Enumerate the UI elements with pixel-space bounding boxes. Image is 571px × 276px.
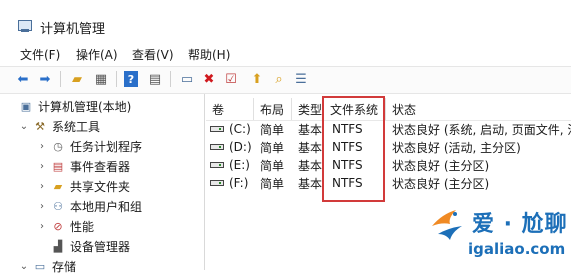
type-cell: 基本 xyxy=(298,140,323,155)
tree-item-shared-folders[interactable]: › ▰ 共享文件夹 xyxy=(36,176,130,196)
volume-cell: (C:) xyxy=(210,120,251,138)
tree-item-local-users-groups[interactable]: › ⚇ 本地用户和组 xyxy=(36,196,142,216)
toolbar-separator xyxy=(116,71,117,87)
layout-cell: 简单 xyxy=(260,176,285,191)
tree-item-performance[interactable]: › ⊘ 性能 xyxy=(36,216,94,236)
type-cell: 基本 xyxy=(298,122,323,137)
navigation-tree: ▣ 计算机管理(本地) ⌄ ⚒ 系统工具 › ◷ 任务计划程序 › ▤ 事件查看… xyxy=(0,94,205,274)
tree-item-label: 事件查看器 xyxy=(70,159,131,174)
layout-cell: 简单 xyxy=(260,122,285,137)
status-cell: 状态良好 (活动, 主分区) xyxy=(392,140,521,155)
toolbar-separator xyxy=(170,71,171,87)
watermark-brand: 爱 · 尬聊 xyxy=(472,212,568,237)
event-viewer-icon: ▤ xyxy=(52,159,64,173)
menu-file[interactable]: 文件(F) xyxy=(20,46,60,63)
volume-label: (F:) xyxy=(229,176,249,190)
find-icon[interactable]: ⌕ xyxy=(270,70,288,88)
watermark-url: igaliao.com xyxy=(468,240,566,258)
shared-folder-icon: ▰ xyxy=(53,179,63,193)
drive-icon xyxy=(210,180,224,186)
tree-item-device-manager[interactable]: ▟ 设备管理器 xyxy=(36,236,130,256)
chevron-right-icon[interactable]: › xyxy=(36,141,48,152)
column-header-volume[interactable]: 卷 xyxy=(206,98,254,120)
toolbar: ⬅ ➡ ▰ ▦ ? ▤ ▭ ✖ ☑ ⬆ ⌕ ☰ xyxy=(0,66,571,94)
volume-label: (E:) xyxy=(229,158,250,172)
volume-cell: (D:) xyxy=(210,138,252,156)
export-icon[interactable]: ⬆ xyxy=(248,70,266,88)
type-cell: 基本 xyxy=(298,176,323,191)
tree-item-label: 本地用户和组 xyxy=(70,199,143,214)
properties-icon[interactable]: ☑ xyxy=(222,70,240,88)
computer-management-icon xyxy=(18,20,32,32)
tree-item-label: 任务计划程序 xyxy=(70,139,143,154)
back-arrow-icon[interactable]: ⬅ xyxy=(14,70,32,88)
drive-icon xyxy=(210,126,224,132)
up-folder-icon[interactable]: ▰ xyxy=(68,70,86,88)
tree-item-label: 系统工具 xyxy=(52,119,101,134)
help-icon[interactable]: ? xyxy=(124,71,138,87)
chevron-right-icon[interactable]: › xyxy=(36,181,48,192)
volume-label: (C:) xyxy=(229,122,251,136)
tree-item-storage[interactable]: ⌄ ▭ 存储 xyxy=(18,256,76,276)
clock-icon: ◷ xyxy=(53,139,63,153)
layout-cell: 简单 xyxy=(260,140,285,155)
console-icon[interactable]: ▤ xyxy=(146,70,164,88)
performance-icon: ⊘ xyxy=(53,219,63,233)
tree-item-computer-management[interactable]: ▣ 计算机管理(本地) xyxy=(16,96,132,116)
tree-item-label: 设备管理器 xyxy=(70,239,131,254)
tools-icon: ⚒ xyxy=(35,119,45,133)
storage-icon: ▭ xyxy=(34,259,46,273)
brand-logo-icon xyxy=(432,210,462,240)
tree-item-system-tools[interactable]: ⌄ ⚒ 系统工具 xyxy=(18,116,100,136)
column-header-status[interactable]: 状态 xyxy=(386,98,571,120)
tree-item-label: 共享文件夹 xyxy=(70,179,131,194)
volume-label: (D:) xyxy=(229,140,252,154)
chevron-right-icon[interactable]: › xyxy=(36,161,48,172)
chevron-right-icon[interactable]: › xyxy=(36,221,48,232)
menu-help[interactable]: 帮助(H) xyxy=(188,46,230,63)
forward-arrow-icon[interactable]: ➡ xyxy=(36,70,54,88)
chevron-down-icon[interactable]: ⌄ xyxy=(18,121,30,132)
type-cell: 基本 xyxy=(298,158,323,173)
users-icon: ⚇ xyxy=(53,199,63,213)
volume-cell: (F:) xyxy=(210,174,248,192)
filesystem-highlight-box xyxy=(322,96,385,202)
show-hide-tree-icon[interactable]: ▦ xyxy=(92,70,110,88)
status-cell: 状态良好 (系统, 启动, 页面文件, 活 xyxy=(392,122,571,137)
drive-icon xyxy=(210,144,224,150)
layout-cell: 简单 xyxy=(260,158,285,173)
tree-item-label: 计算机管理(本地) xyxy=(38,99,132,114)
window-title: 计算机管理 xyxy=(40,22,106,37)
volume-cell: (E:) xyxy=(210,156,250,174)
device-manager-icon: ▟ xyxy=(53,239,63,253)
menu-view[interactable]: 查看(V) xyxy=(132,46,174,63)
column-header-type[interactable]: 类型 xyxy=(292,98,324,120)
watermark: 爱 · 尬聊 igaliao.com xyxy=(428,200,568,266)
status-cell: 状态良好 (主分区) xyxy=(392,176,490,191)
menu-action[interactable]: 操作(A) xyxy=(76,46,118,63)
drive-icon xyxy=(210,162,224,168)
chevron-right-icon[interactable]: › xyxy=(36,201,48,212)
delete-icon[interactable]: ✖ xyxy=(200,70,218,88)
tree-item-task-scheduler[interactable]: › ◷ 任务计划程序 xyxy=(36,136,142,156)
title-bar: 计算机管理 xyxy=(0,0,571,40)
column-header-layout[interactable]: 布局 xyxy=(254,98,292,120)
tree-item-label: 性能 xyxy=(70,219,95,234)
list-icon[interactable]: ☰ xyxy=(292,70,310,88)
tree-item-label: 存储 xyxy=(52,259,77,274)
status-cell: 状态良好 (主分区) xyxy=(392,158,490,173)
tree-item-event-viewer[interactable]: › ▤ 事件查看器 xyxy=(36,156,130,176)
toolbar-separator xyxy=(60,71,61,87)
menu-bar: 文件(F) 操作(A) 查看(V) 帮助(H) xyxy=(0,42,571,64)
connect-icon[interactable]: ▭ xyxy=(178,70,196,88)
computer-mgmt-icon: ▣ xyxy=(20,99,32,113)
